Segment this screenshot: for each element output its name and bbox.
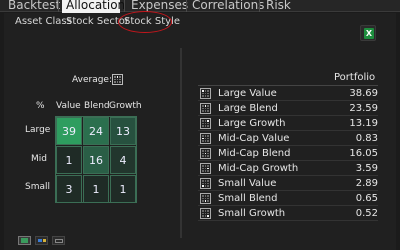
style-value: 0.52 (355, 208, 378, 219)
tab-backtest[interactable]: Backtest (8, 0, 60, 12)
style-box-icon (200, 118, 211, 129)
style-label: Mid-Cap Blend (218, 148, 291, 159)
percent-label: % (36, 101, 45, 111)
tab-separator (259, 0, 260, 12)
style-value: 3.59 (355, 163, 378, 174)
list-item: Small Growth 0.52 (198, 206, 378, 221)
style-value: 16.05 (349, 148, 378, 159)
style-value: 0.65 (355, 193, 378, 204)
style-value: 2.89 (355, 178, 378, 189)
style-cell: 1 (83, 175, 109, 203)
style-cell: 39 (56, 117, 82, 145)
style-value: 38.69 (349, 88, 378, 99)
style-cell: 24 (83, 117, 109, 145)
panel-divider[interactable] (180, 48, 182, 238)
style-box-icon (200, 193, 211, 204)
style-box-icon (200, 208, 211, 219)
average-label: Average: (72, 75, 112, 85)
row-header-mid: Mid (31, 154, 47, 164)
selected-subtab-highlight (118, 11, 172, 33)
list-item: Mid-Cap Value 0.83 (198, 131, 378, 146)
list-item: Small Value 2.89 (198, 176, 378, 191)
portfolio-column-header: Portfolio (334, 72, 376, 83)
column-header-growth: Growth (109, 101, 142, 111)
tab-separator (58, 0, 59, 12)
style-label: Small Blend (218, 193, 278, 204)
row-header-large: Large (25, 125, 51, 135)
list-item: Large Value 38.69 (198, 86, 378, 101)
excel-export-icon: X (364, 28, 374, 39)
list-item: Large Growth 13.19 (198, 116, 378, 131)
grid-view-button[interactable] (18, 236, 31, 245)
table-view-icon (55, 239, 63, 243)
row-header-small: Small (25, 182, 50, 192)
style-value: 0.83 (355, 133, 378, 144)
list-item: Small Blend 0.65 (198, 191, 378, 206)
style-box-icon (200, 178, 211, 189)
style-box-icon (200, 148, 211, 159)
style-cell: 4 (110, 146, 136, 174)
style-box-icon (200, 88, 211, 99)
style-label: Small Growth (218, 208, 286, 219)
table-view-button[interactable] (52, 236, 65, 245)
style-box-grid: 39 24 13 1 16 4 3 1 1 (55, 116, 137, 203)
subtab-asset-class[interactable]: Asset Class (15, 15, 72, 29)
column-header-blend: Blend (84, 101, 110, 111)
style-label: Mid-Cap Value (218, 133, 290, 144)
style-box-icon (200, 103, 211, 114)
tab-allocation[interactable]: Allocation (62, 0, 125, 13)
top-tab-bar: Backtest Allocation Expenses Correlation… (0, 0, 400, 13)
list-item: Mid-Cap Growth 3.59 (198, 161, 378, 176)
tab-risk[interactable]: Risk (266, 0, 291, 12)
tab-correlations[interactable]: Correlations (192, 0, 264, 12)
style-label: Large Growth (218, 118, 286, 129)
style-label: Mid-Cap Growth (218, 163, 299, 174)
style-value: 23.59 (349, 103, 378, 114)
style-cell: 13 (110, 117, 136, 145)
bar-view-icon (38, 239, 42, 242)
style-box-icon (200, 133, 211, 144)
style-cell: 1 (56, 146, 82, 174)
bar-view-button[interactable] (35, 236, 48, 245)
style-label: Large Value (218, 88, 277, 99)
style-label: Large Blend (218, 103, 278, 114)
export-excel-button[interactable]: X (360, 25, 376, 41)
list-item: Large Blend 23.59 (198, 101, 378, 116)
style-box-average-icon (112, 74, 123, 85)
portfolio-style-list: Large Value 38.69 Large Blend 23.59 Larg… (198, 86, 378, 221)
tab-separator (186, 0, 187, 12)
style-value: 13.19 (349, 118, 378, 129)
style-cell: 16 (83, 146, 109, 174)
grid-view-icon (21, 238, 28, 243)
style-cell: 3 (56, 175, 82, 203)
style-label: Small Value (218, 178, 277, 189)
style-cell: 1 (110, 175, 136, 203)
tab-separator (124, 0, 125, 12)
style-box-icon (200, 163, 211, 174)
column-header-value: Value (56, 101, 81, 111)
list-item: Mid-Cap Blend 16.05 (198, 146, 378, 161)
